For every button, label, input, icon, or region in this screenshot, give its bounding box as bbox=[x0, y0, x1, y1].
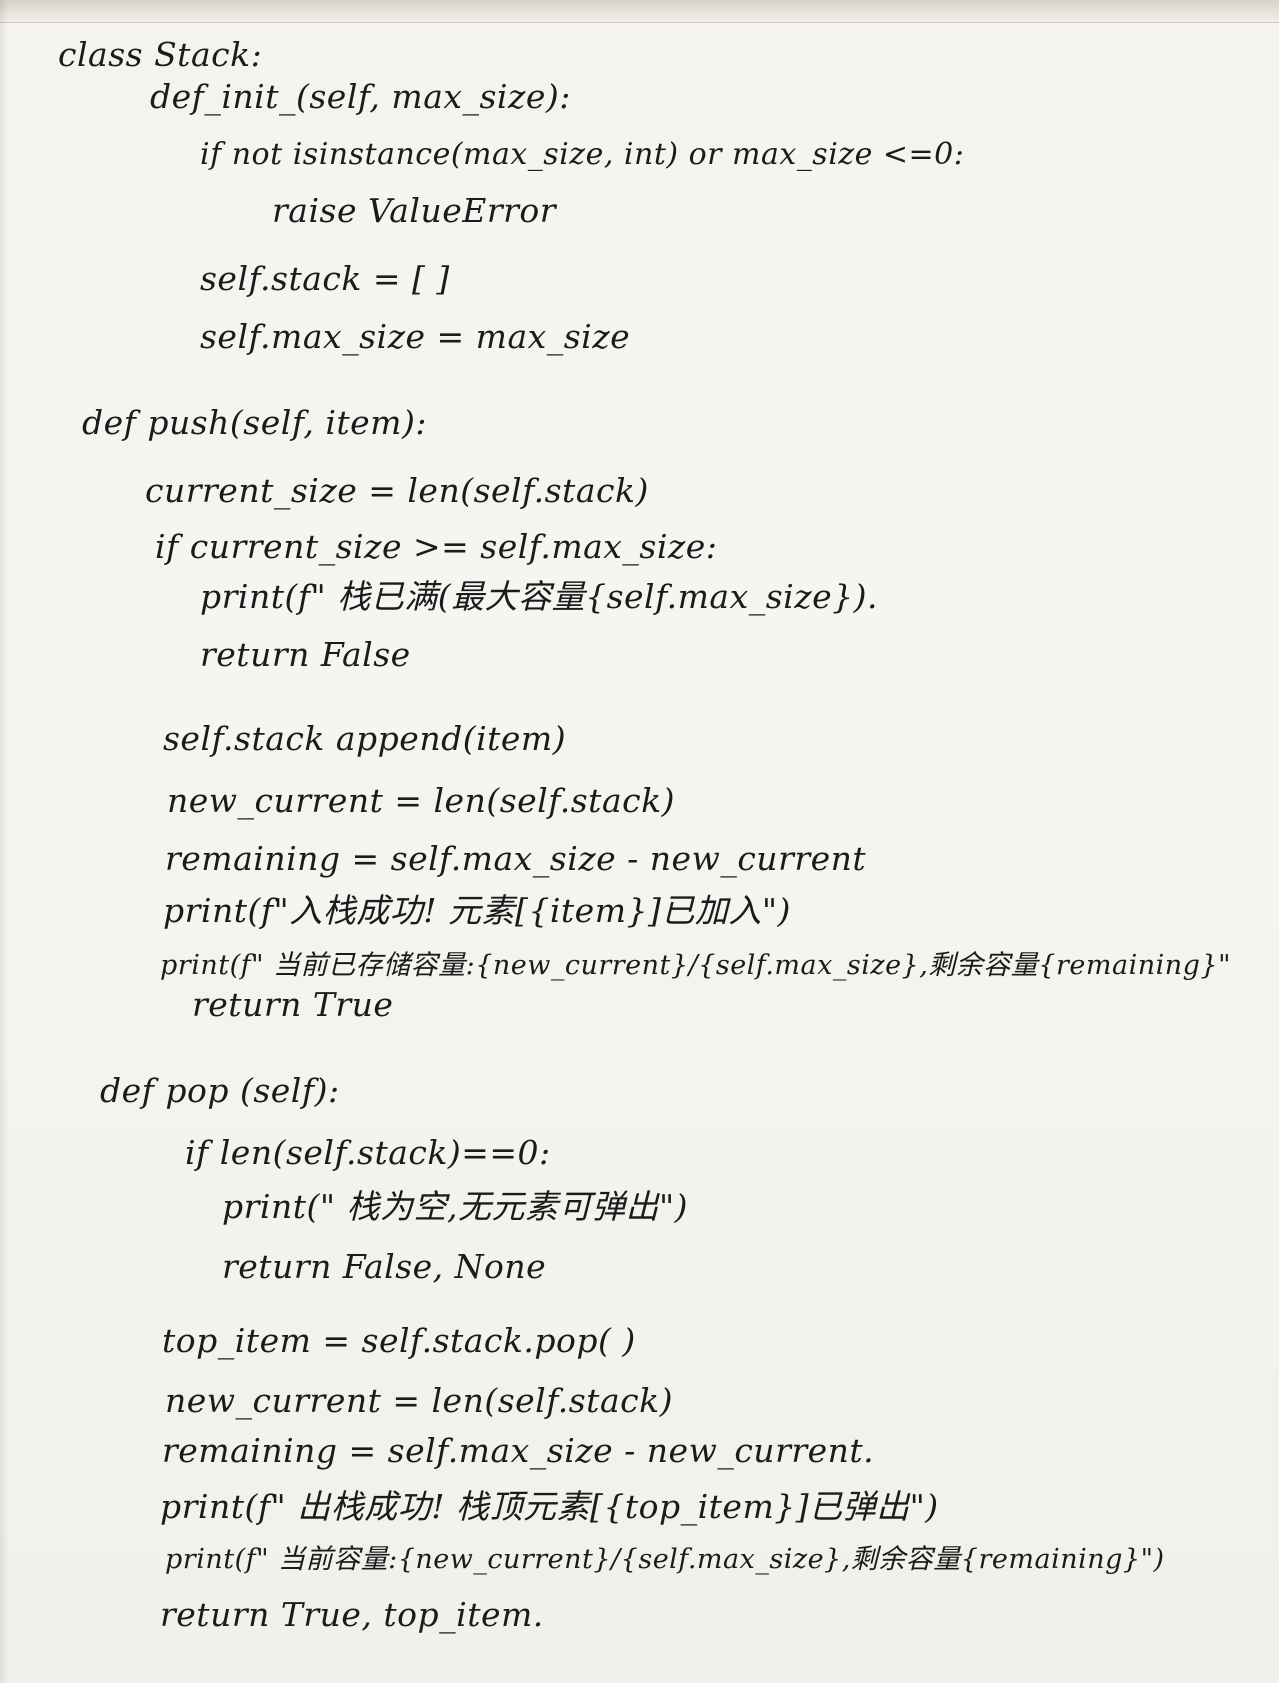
page-binding-shadow bbox=[0, 0, 8, 1683]
code-line: raise ValueError bbox=[272, 191, 557, 230]
code-line: new_current = len(self.stack) bbox=[167, 781, 675, 820]
code-line: if len(self.stack)==0: bbox=[185, 1133, 551, 1172]
code-line: def_init_(self, max_size): bbox=[150, 77, 571, 116]
code-line: print(f" 栈已满(最大容量{self.max_size}). bbox=[200, 577, 878, 616]
code-line: remaining = self.max_size - new_current. bbox=[162, 1431, 875, 1470]
code-line: new_current = len(self.stack) bbox=[165, 1381, 673, 1420]
code-line: return True bbox=[192, 985, 394, 1024]
code-line: top_item = self.stack.pop( ) bbox=[162, 1321, 636, 1360]
code-line: return False bbox=[200, 635, 411, 674]
code-line: self.stack = [ ] bbox=[200, 259, 450, 298]
code-line: return False, None bbox=[222, 1247, 547, 1286]
code-line: def push(self, item): bbox=[82, 403, 427, 442]
code-line: print(f" 出栈成功! 栈顶元素[{top_item}]已弹出") bbox=[160, 1487, 939, 1526]
code-line: if not isinstance(max_size, int) or max_… bbox=[200, 137, 965, 172]
code-line: if current_size >= self.max_size: bbox=[155, 527, 718, 566]
code-line: class Stack: bbox=[58, 35, 263, 74]
code-line: return True, top_item. bbox=[160, 1595, 544, 1634]
page-top-edge bbox=[0, 0, 1279, 23]
code-line: self.stack append(item) bbox=[163, 719, 567, 758]
code-line: remaining = self.max_size - new_current bbox=[165, 839, 867, 878]
code-line: print(" 栈为空,无元素可弹出") bbox=[222, 1187, 689, 1226]
code-line: print(f" 当前容量:{new_current}/{self.max_si… bbox=[165, 1544, 1165, 1575]
code-line: self.max_size = max_size bbox=[200, 317, 631, 356]
code-line: print(f" 当前已存储容量:{new_current}/{self.max… bbox=[160, 950, 1231, 981]
notebook-page: class Stack: def_init_(self, max_size): … bbox=[0, 0, 1279, 1683]
code-line: current_size = len(self.stack) bbox=[145, 471, 649, 510]
code-line: print(f"入栈成功! 元素[{item}]已加入") bbox=[163, 891, 791, 930]
code-line: def pop (self): bbox=[100, 1071, 340, 1110]
